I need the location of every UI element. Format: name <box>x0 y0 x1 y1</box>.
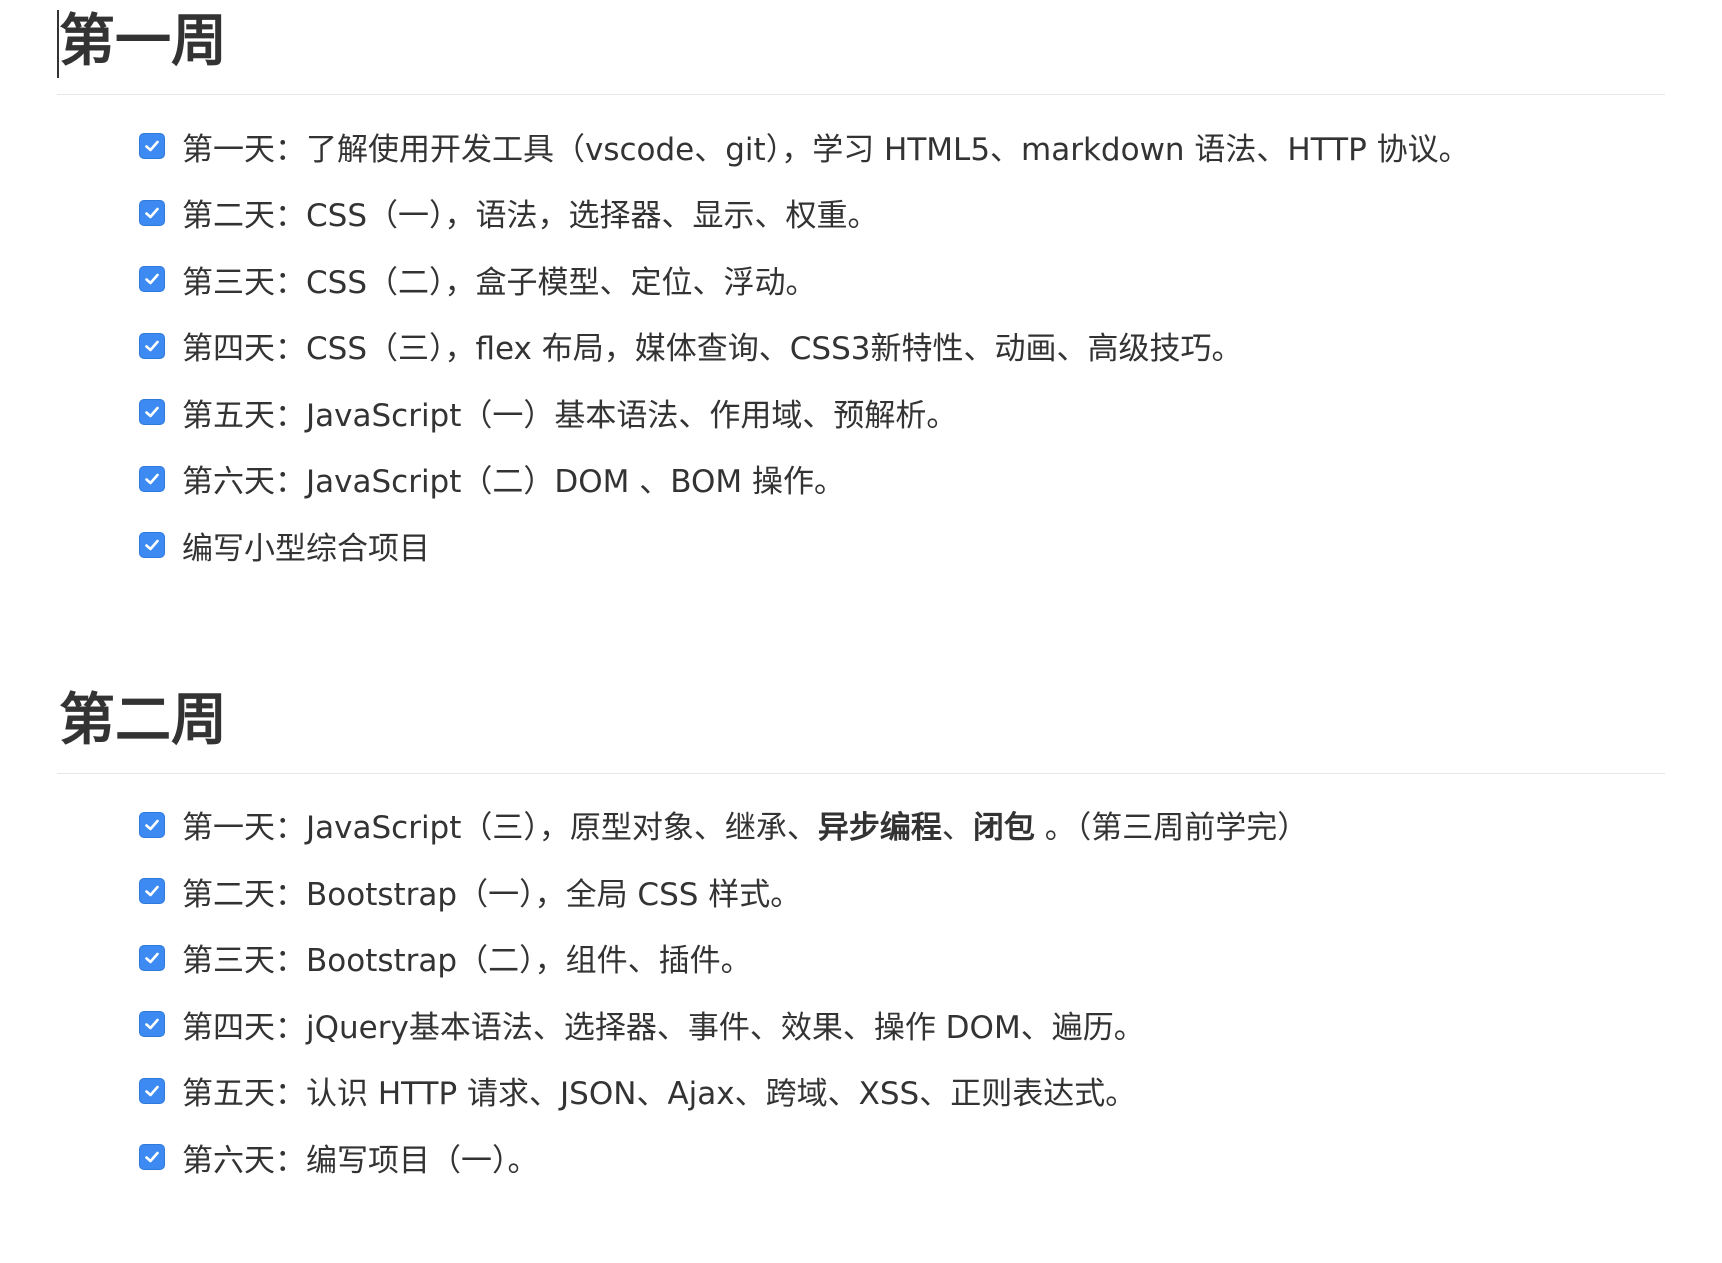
task-text: 第六天：JavaScript（二）DOM 、BOM 操作。 <box>182 464 845 501</box>
task-checkbox[interactable] <box>139 465 165 492</box>
task-text: 第一天：JavaScript（三），原型对象、继承、异步编程、闭包 。（第三周前… <box>182 802 1308 847</box>
task-text: 第一天：了解使用开发工具（vscode、git），学习 HTML5、markdo… <box>182 131 1470 168</box>
task-item: 第五天：JavaScript（一）基本语法、作用域、预解析。 <box>139 379 1665 446</box>
check-icon <box>145 273 159 285</box>
task-text: 第四天：jQuery基本语法、选择器、事件、效果、操作 DOM、遍历。 <box>182 1009 1145 1046</box>
task-text-bold: 异步编程 <box>817 810 942 847</box>
task-text-suffix: 。（第三周前学完） <box>1034 810 1309 847</box>
task-text-bold: 闭包 <box>972 810 1035 847</box>
week-heading: 第一周 <box>59 9 227 74</box>
week-heading: 第二周 <box>59 687 227 753</box>
check-icon <box>145 1151 159 1163</box>
task-item: 第六天：编写项目（一）。 <box>139 1124 1665 1191</box>
task-item: 第三天：CSS（二），盒子模型、定位、浮动。 <box>139 246 1665 313</box>
task-item: 第二天：CSS（一），语法，选择器、显示、权重。 <box>139 180 1665 247</box>
task-text: 第二天：Bootstrap（一），全局 CSS 样式。 <box>182 876 802 913</box>
task-text-prefix: 第一天：JavaScript（三），原型对象、继承、 <box>182 810 818 847</box>
task-item: 编写小型综合项目 <box>139 512 1665 579</box>
task-checkbox[interactable] <box>139 532 165 559</box>
check-icon <box>145 952 159 964</box>
task-checkbox[interactable] <box>139 944 165 971</box>
task-text: 第五天：认识 HTTP 请求、JSON、Ajax、跨域、XSS、正则表达式。 <box>182 1076 1137 1113</box>
task-item: 第四天：CSS（三），flex 布局，媒体查询、CSS3新特性、动画、高级技巧。 <box>139 313 1665 380</box>
task-item: 第六天：JavaScript（二）DOM 、BOM 操作。 <box>139 446 1665 513</box>
task-item: 第一天：JavaScript（三），原型对象、继承、异步编程、闭包 。（第三周前… <box>139 792 1665 859</box>
task-text: 第四天：CSS（三），flex 布局，媒体查询、CSS3新特性、动画、高级技巧。 <box>182 331 1243 368</box>
check-icon <box>145 140 159 152</box>
task-checkbox[interactable] <box>139 1011 165 1038</box>
task-checkbox[interactable] <box>139 332 165 359</box>
check-icon <box>145 207 159 219</box>
task-text: 第五天：JavaScript（一）基本语法、作用域、预解析。 <box>182 397 958 434</box>
task-text: 第二天：CSS（一），语法，选择器、显示、权重。 <box>182 198 879 235</box>
check-icon <box>145 885 159 897</box>
task-checkbox[interactable] <box>139 133 165 160</box>
task-item: 第四天：jQuery基本语法、选择器、事件、效果、操作 DOM、遍历。 <box>139 991 1665 1058</box>
check-icon <box>145 340 159 352</box>
check-icon <box>145 1018 159 1030</box>
task-checkbox[interactable] <box>139 1077 165 1104</box>
task-checkbox[interactable] <box>139 1144 165 1171</box>
check-icon <box>145 819 159 831</box>
task-text-middle: 、 <box>941 810 973 847</box>
heading-divider <box>57 772 1665 774</box>
task-checkbox[interactable] <box>139 199 165 226</box>
heading-divider <box>57 94 1665 95</box>
task-text: 第六天：编写项目（一）。 <box>182 1142 539 1179</box>
check-icon <box>145 406 159 418</box>
task-text: 编写小型综合项目 <box>182 530 430 567</box>
task-checkbox[interactable] <box>139 878 165 905</box>
check-icon <box>145 539 159 551</box>
task-item: 第三天：Bootstrap（二），组件、插件。 <box>139 925 1665 992</box>
markdown-document: 第一周 第一天：了解使用开发工具（vscode、git），学习 HTML5、ma… <box>57 0 1665 1191</box>
task-checkbox[interactable] <box>139 266 165 293</box>
task-item: 第五天：认识 HTTP 请求、JSON、Ajax、跨域、XSS、正则表达式。 <box>139 1058 1665 1125</box>
task-checkbox[interactable] <box>139 399 165 426</box>
task-item: 第一天：了解使用开发工具（vscode、git），学习 HTML5、markdo… <box>139 113 1665 180</box>
check-icon <box>145 473 159 485</box>
check-icon <box>145 1085 159 1097</box>
task-text: 第三天：CSS（二），盒子模型、定位、浮动。 <box>182 264 817 301</box>
week-section: 第二周 第一天：JavaScript（三），原型对象、继承、异步编程、闭包 。（… <box>57 681 1665 1191</box>
task-list: 第一天：了解使用开发工具（vscode、git），学习 HTML5、markdo… <box>57 113 1665 579</box>
task-checkbox[interactable] <box>139 811 165 838</box>
task-list: 第一天：JavaScript（三），原型对象、继承、异步编程、闭包 。（第三周前… <box>57 792 1665 1191</box>
task-text: 第三天：Bootstrap（二），组件、插件。 <box>182 943 752 980</box>
week-section: 第一周 第一天：了解使用开发工具（vscode、git），学习 HTML5、ma… <box>57 0 1665 579</box>
task-item: 第二天：Bootstrap（一），全局 CSS 样式。 <box>139 858 1665 925</box>
